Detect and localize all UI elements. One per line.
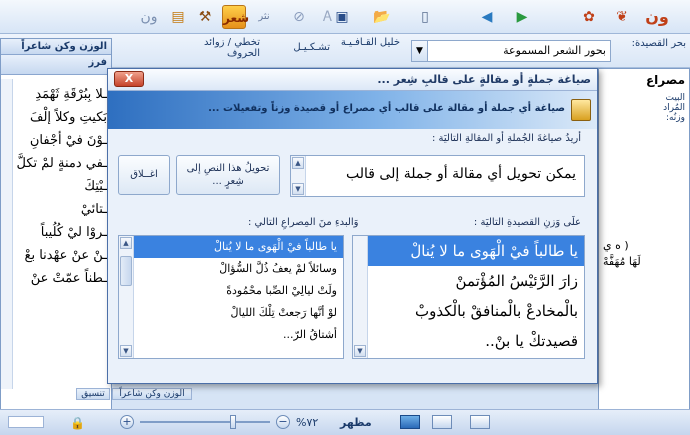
banner-text: صياغة أي جملة أو مقالة على قالب أي مصراع… — [208, 103, 565, 114]
list-item: ـفي دمنةٍ لمْ تكلَّ — [16, 156, 107, 171]
verse-items: يا طالباً فيْ الْهَوى ما لا يُنالْ وسائل… — [134, 236, 343, 346]
poem-list[interactable]: ▼ يا طالباً فيْ الْهَوى ما لا يُنالْ زار… — [352, 235, 585, 359]
close-button[interactable]: اغــلاق — [118, 155, 170, 195]
dialog-body: أريدُ صياغةَ الجُملةِ أو المقالةِ التالي… — [108, 129, 597, 383]
back-icon[interactable]: ◀ — [475, 5, 499, 29]
tools-icon[interactable]: ⚒ — [193, 5, 217, 29]
layout-icon[interactable] — [400, 415, 420, 429]
nasr-button[interactable]: نثر — [252, 5, 276, 29]
print-icon[interactable] — [8, 416, 44, 428]
status-bar: 🔒 + − %٧٢ مظهر — [0, 409, 690, 435]
verse-list[interactable]: ▲ ▼ يا طالباً فيْ الْهَوى ما لا يُنالْ و… — [118, 235, 344, 359]
zoom-level: %٧٢ — [296, 416, 319, 429]
chevron-up-icon[interactable]: ▲ — [292, 157, 304, 169]
takhtii-button[interactable]: تخطي / زوائد الحروف — [200, 37, 260, 59]
list-item[interactable]: يا طالباً فيْ الْهَوى ما لا يُنالْ — [134, 236, 343, 258]
right-panel: مصراع البيت المُراد وزنُه: ( ه ي لَهَا م… — [598, 68, 690, 410]
scroll-thumb[interactable] — [120, 256, 132, 286]
list-item[interactable]: يا طالباً فيْ الْهَوى ما لا يُنالْ — [368, 236, 584, 266]
forward-icon[interactable]: ▶ — [510, 5, 534, 29]
left-panel-sort[interactable]: فرز — [1, 55, 111, 75]
start-label: وَالبدءِ منَ المِصراعِ التالي : — [248, 217, 359, 228]
grid-icon[interactable] — [432, 415, 452, 429]
page-view-icon[interactable] — [470, 415, 490, 429]
input-label: أريدُ صياغةَ الجُملةِ أو المقالةِ التالي… — [431, 133, 581, 144]
list-item[interactable]: قصيدتكْ يا بنْ.. — [368, 326, 584, 356]
wn-icon[interactable]: ﻭﻥ — [137, 5, 161, 29]
zoom-slider[interactable] — [140, 421, 270, 423]
convert-button[interactable]: تحويلُ هذا النصِ إلى شِعرٍ ... — [176, 155, 280, 195]
page-icon[interactable]: ▤ — [166, 5, 190, 29]
compose-dialog: صياغة جملةٍ أو مقالةٍ على قالبِ شِعر ...… — [107, 68, 598, 384]
bahr-label: بحر القصيدة: — [631, 38, 686, 49]
tab-tansiq[interactable]: تنسيق — [76, 388, 110, 400]
verse-scrollbar[interactable]: ▲ ▼ — [119, 236, 134, 358]
list-item: ـيْتِكَ — [84, 179, 107, 194]
khalil-button[interactable]: خليل القـافـيـة — [340, 37, 400, 48]
main-toolbar: ✿ ❦ ﻭﻥ ﻭﻥ ▤ ⚒ شعر نثر ⊘ Ꭺ ▣ 📂 ▯ ◀ ▶ — [0, 0, 690, 34]
shir-button[interactable]: شعر — [222, 5, 249, 29]
list-item: بَكيتِ وكلاً إلْفَ — [29, 110, 107, 125]
list-item: ـتائيْ — [80, 202, 107, 217]
zoom-out-icon[interactable]: − — [276, 415, 290, 429]
list-item: ـوْنَ فيْ أجْفانِ — [29, 133, 107, 148]
list-item: ـنْ عنْ عهْدنا بعْ — [24, 248, 107, 263]
zoom-slider-thumb[interactable] — [230, 415, 236, 429]
view-mode[interactable]: مظهر — [340, 416, 372, 429]
sentence-input[interactable]: ▲ ▼ يمكن تحويل أي مقالة أو جملة إلى قالب — [290, 155, 585, 197]
dialog-banner: صياغة أي جملة أو مقالة على قالب أي مصراع… — [108, 91, 597, 129]
chevron-down-icon[interactable]: ▼ — [120, 345, 132, 357]
left-panel: الوزن وكن شاعراً فرز ـلا بِبُرْقَةِ ثَهْ… — [0, 38, 112, 410]
right-text-2: لَهَا مُهَفَّهْ — [603, 255, 641, 268]
tab-wazn[interactable]: الوزن وكن شاعراً — [112, 388, 192, 400]
zoom-in-icon[interactable]: + — [120, 415, 134, 429]
list-item[interactable]: أشتاقُ الرّ... — [134, 324, 343, 346]
input-text: يمكن تحويل أي مقالة أو جملة إلى قالب — [346, 166, 576, 182]
poem-items: يا طالباً فيْ الْهَوى ما لا يُنالْ زارَ … — [368, 236, 584, 356]
list-item[interactable]: بالْمخادعْ بالْمنافقْ بالْكذوبْ — [368, 296, 584, 326]
mesra-label: مصراع — [645, 73, 685, 87]
chevron-down-icon[interactable]: ▼ — [354, 345, 366, 357]
dialog-title-bar: صياغة جملةٍ أو مقالةٍ على قالبِ شِعر ...… — [108, 69, 597, 91]
poem-scrollbar[interactable]: ▼ — [353, 236, 368, 358]
tashkeel-button[interactable]: تشـكـيـل — [270, 42, 330, 53]
chevron-up-icon[interactable]: ▲ — [120, 237, 132, 249]
bahr-select-value: بحور الشعر المسموعة — [503, 44, 606, 57]
open-folder-icon[interactable]: 📂 — [370, 5, 394, 29]
left-panel-text: ـلا بِبُرْقَةِ ثَهْمَدِ بَكيتِ وكلاً إلْ… — [15, 83, 107, 290]
app-logo-icon: ❦ — [616, 9, 628, 25]
poem-label: علَى وَزنِ القصيدةِ التاليَة : — [473, 217, 581, 228]
list-item[interactable]: لوْ أنَّها رَجعتْ تِلْكَ الليالْ — [134, 302, 343, 324]
left-panel-header: الوزن وكن شاعراً — [1, 39, 111, 55]
bait-label: البيت المُراد وزنُه: — [663, 93, 685, 123]
chevron-down-icon[interactable]: ▼ — [292, 183, 304, 195]
right-text-1: ( ه ي — [603, 239, 629, 252]
new-page-icon[interactable]: ▯ — [413, 5, 437, 29]
save-icon[interactable]: ▣ — [330, 5, 354, 29]
app-logo-icon: ✿ — [583, 9, 595, 25]
list-item[interactable]: وسائلاً لمْ يعفُ ذُلَّ السُّؤالْ — [134, 258, 343, 280]
app-logo-icon: ﻭﻥ — [645, 7, 669, 26]
left-panel-scrollbar[interactable] — [1, 79, 13, 389]
bahr-select[interactable]: ▼ بحور الشعر المسموعة — [411, 40, 611, 62]
lock-icon[interactable]: 🔒 — [70, 416, 85, 430]
list-item[interactable]: ولَتْ ليالِيْ الصِّبا محْمُودةً — [134, 280, 343, 302]
chevron-down-icon[interactable]: ▼ — [412, 41, 428, 61]
list-item: ـطناً عمّتْ عنْ — [30, 271, 107, 286]
close-icon[interactable]: X — [114, 71, 144, 87]
input-scrollbar[interactable]: ▲ ▼ — [291, 156, 306, 196]
list-item: ـلا بِبُرْقَةِ ثَهْمَدِ — [35, 87, 107, 102]
list-item: ـروْا ليْ كُلُيباً — [40, 225, 107, 240]
dialog-title: صياغة جملةٍ أو مقالةٍ على قالبِ شِعر ... — [377, 73, 591, 86]
list-item[interactable]: زارَ الرَّئيْسُ المُؤْتمنْ — [368, 266, 584, 296]
quill-icon — [571, 99, 591, 121]
strike-icon[interactable]: ⊘ — [287, 5, 311, 29]
